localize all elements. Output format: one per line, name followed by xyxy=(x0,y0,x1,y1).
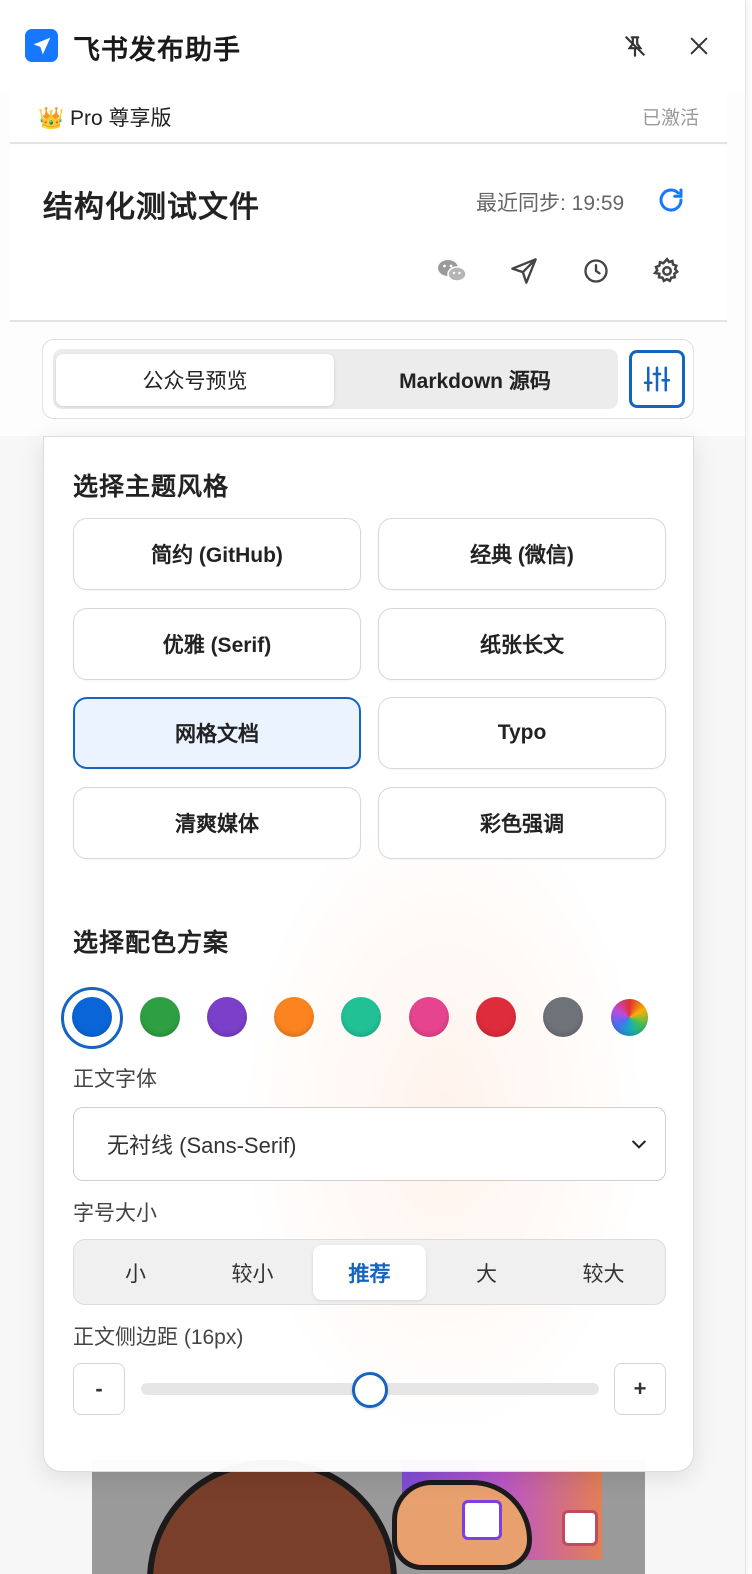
color-swatch-blue[interactable] xyxy=(72,997,112,1037)
font-size-option-smaller[interactable]: 较小 xyxy=(196,1245,309,1300)
close-icon xyxy=(690,37,708,55)
tab-markdown-source[interactable]: Markdown 源码 xyxy=(336,354,614,406)
color-section-title: 选择配色方案 xyxy=(73,929,230,957)
color-swatch-orange[interactable] xyxy=(274,997,314,1037)
video-icon xyxy=(462,1500,502,1540)
close-button[interactable] xyxy=(681,28,717,64)
chevron-down-icon xyxy=(632,1140,646,1149)
style-settings-panel: 选择主题风格 简约 (GitHub) 经典 (微信) 优雅 (Serif) 纸张… xyxy=(43,436,694,1472)
wechat-icon xyxy=(438,260,467,282)
sliders-icon xyxy=(643,366,671,392)
view-tabs-bar: 公众号预览 Markdown 源码 xyxy=(42,339,694,419)
theme-option-wechat[interactable]: 经典 (微信) xyxy=(378,518,666,590)
theme-option-media[interactable]: 清爽媒体 xyxy=(73,787,361,859)
color-swatch-gray[interactable] xyxy=(543,997,583,1037)
font-select-value: 无衬线 (Sans-Serif) xyxy=(107,1133,297,1158)
pro-status: 已激活 xyxy=(641,108,699,129)
color-swatch-rainbow[interactable] xyxy=(611,999,648,1036)
color-swatch-green[interactable] xyxy=(140,997,180,1037)
theme-section-title: 选择主题风格 xyxy=(73,473,230,501)
theme-option-accent[interactable]: 彩色强调 xyxy=(378,787,666,859)
app-window: 飞书发布助手 👑 Pro 尊享版 已激活 结构化测试文件 最近同步: 19:59 xyxy=(0,0,746,1574)
margin-increase-button[interactable]: + xyxy=(614,1363,666,1415)
theme-option-serif[interactable]: 优雅 (Serif) xyxy=(73,608,361,680)
font-size-segmented: 小 较小 推荐 大 较大 xyxy=(73,1239,666,1305)
unpin-icon xyxy=(625,36,645,57)
document-title: 结构化测试文件 xyxy=(43,191,260,224)
history-button[interactable] xyxy=(576,251,616,291)
color-swatch-red[interactable] xyxy=(476,997,516,1037)
sync-status: 最近同步: 19:59 xyxy=(476,192,625,215)
title-bar: 飞书发布助手 xyxy=(0,0,745,92)
history-icon xyxy=(584,259,608,283)
color-swatch-pink[interactable] xyxy=(409,997,449,1037)
margin-decrease-button[interactable]: - xyxy=(73,1363,125,1415)
theme-option-github[interactable]: 简约 (GitHub) xyxy=(73,518,361,590)
settings-button[interactable] xyxy=(647,251,687,291)
wechat-button[interactable] xyxy=(432,251,472,291)
preview-illustration xyxy=(92,1460,645,1574)
refresh-button[interactable] xyxy=(651,180,691,220)
font-size-option-large[interactable]: 大 xyxy=(430,1245,543,1300)
refresh-icon xyxy=(659,188,683,212)
font-size-label: 字号大小 xyxy=(73,1202,157,1225)
pin-button[interactable] xyxy=(617,28,653,64)
theme-option-typo[interactable]: Typo xyxy=(378,697,666,769)
publish-button[interactable] xyxy=(504,251,544,291)
theme-option-paper[interactable]: 纸张长文 xyxy=(378,608,666,680)
tab-wechat-preview[interactable]: 公众号预览 xyxy=(56,354,334,406)
pro-label: 👑 Pro 尊享版 xyxy=(38,107,172,130)
send-icon xyxy=(511,258,537,284)
color-swatch-purple[interactable] xyxy=(207,997,247,1037)
app-logo-icon xyxy=(25,29,58,62)
view-tabs: 公众号预览 Markdown 源码 xyxy=(53,349,618,409)
app-title: 飞书发布助手 xyxy=(73,35,241,65)
theme-option-grid[interactable]: 网格文档 xyxy=(73,697,361,769)
margin-slider-thumb[interactable] xyxy=(352,1372,388,1408)
color-swatch-teal[interactable] xyxy=(341,997,381,1037)
play-icon xyxy=(562,1510,598,1546)
style-settings-toggle[interactable] xyxy=(629,350,685,408)
document-header: 结构化测试文件 最近同步: 19:59 xyxy=(10,146,727,322)
font-size-option-small[interactable]: 小 xyxy=(79,1245,192,1300)
font-label: 正文字体 xyxy=(73,1068,157,1091)
pro-bar: 👑 Pro 尊享版 已激活 xyxy=(10,88,727,144)
margin-label: 正文侧边距 (16px) xyxy=(73,1326,244,1349)
gear-icon xyxy=(652,257,680,283)
font-size-option-larger[interactable]: 较大 xyxy=(547,1245,660,1300)
font-select[interactable]: 无衬线 (Sans-Serif) xyxy=(73,1107,666,1181)
font-size-option-recommended[interactable]: 推荐 xyxy=(313,1245,426,1300)
